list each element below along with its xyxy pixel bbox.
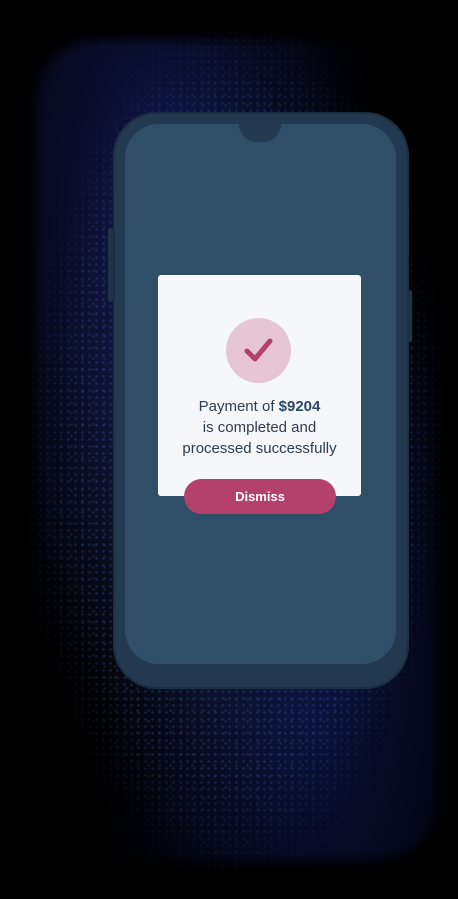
payment-success-dialog: Payment of $9204 is completed and proces… (158, 275, 361, 496)
message-line-1: Payment of $9204 (158, 396, 361, 417)
message-line-3: processed successfully (182, 440, 337, 457)
success-badge (226, 318, 291, 383)
payment-amount: $9204 (278, 398, 321, 415)
checkmark-icon (244, 338, 273, 362)
payment-message: Payment of $9204 is completed and proces… (158, 396, 361, 459)
message-line-2: is completed and (202, 419, 317, 436)
camera-notch (239, 124, 281, 142)
message-prefix: Payment of (198, 398, 279, 415)
dismiss-button[interactable]: Dismiss (184, 479, 336, 514)
canvas: Payment of $9204 is completed and proces… (0, 0, 458, 899)
